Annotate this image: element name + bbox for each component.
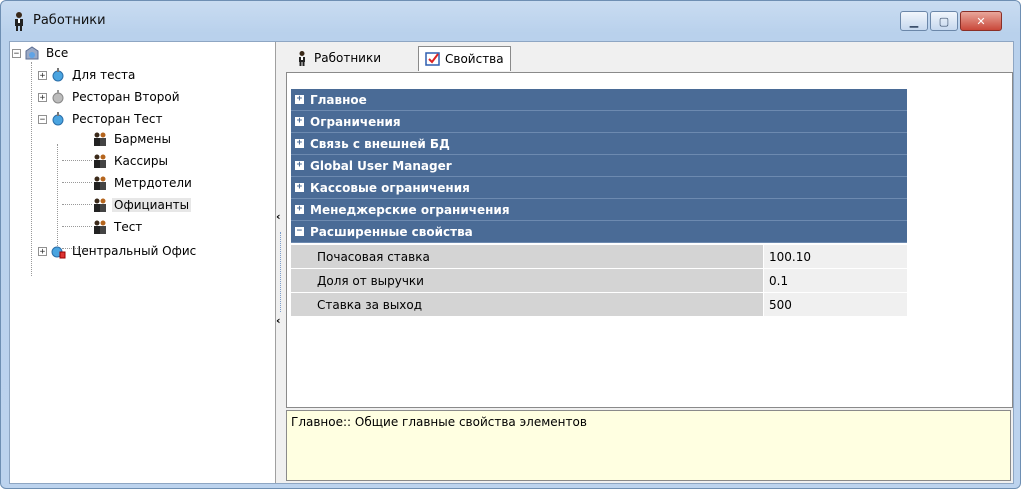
office-node-icon [50, 243, 66, 259]
expand-icon[interactable]: + [295, 205, 304, 214]
tree-line [62, 204, 92, 205]
property-row[interactable]: Ставка за выход 500 [291, 293, 907, 317]
minimize-icon: ▁ [909, 14, 919, 28]
group-users-icon [92, 197, 108, 213]
group-users-icon [92, 219, 108, 235]
restaurant-node-icon [50, 67, 66, 83]
expand-icon[interactable]: + [295, 183, 304, 192]
tree-item-cashiers[interactable]: Кассиры [92, 152, 170, 170]
tree-label: Официанты [112, 198, 192, 212]
tab-workers[interactable]: Работники [288, 46, 387, 70]
expand-icon[interactable]: + [295, 139, 304, 148]
category-main[interactable]: + Главное [291, 89, 907, 111]
window-title: Работники [33, 13, 106, 28]
tree-label: Ресторан Второй [72, 90, 180, 104]
collapse-left-icon[interactable]: ‹ [276, 314, 281, 327]
property-row[interactable]: Почасовая ставка 100.10 [291, 245, 907, 269]
property-description: Главное:: Общие главные свойства элемент… [286, 410, 1011, 481]
collapse-left-icon[interactable]: ‹ [276, 210, 281, 223]
tree-item-test-restaurant[interactable]: + Для теста [38, 66, 137, 84]
expand-toggle[interactable]: + [38, 92, 47, 102]
person-icon [294, 50, 310, 66]
expand-icon[interactable]: + [295, 161, 304, 170]
tree-line [62, 160, 92, 161]
group-users-icon [92, 153, 108, 169]
tree-item-second-restaurant[interactable]: + Ресторан Второй [38, 88, 182, 106]
maximize-icon: ▢ [938, 14, 950, 28]
tree-label: Тест [114, 220, 143, 234]
tree-label: Бармены [114, 132, 171, 146]
property-name: Ставка за выход [291, 293, 763, 317]
tree-item-waiters[interactable]: Официанты [92, 196, 192, 214]
title-bar[interactable]: Работники ▁ ▢ ✕ [1, 1, 1020, 41]
window-controls: ▁ ▢ ✕ [898, 11, 1002, 31]
restaurant-node-grey-icon [50, 89, 66, 105]
person-icon [11, 11, 27, 31]
tree-label: Ресторан Тест [72, 112, 163, 126]
tab-strip: Работники Свойства [286, 46, 1013, 71]
property-value[interactable]: 0.1 [763, 269, 907, 293]
tree-label: Для теста [72, 68, 136, 82]
category-label: Главное [310, 92, 367, 107]
property-name: Доля от выручки [291, 269, 763, 293]
close-icon: ✕ [976, 14, 986, 28]
restaurant-node-icon [50, 111, 66, 127]
property-value[interactable]: 500 [763, 293, 907, 317]
property-value[interactable]: 100.10 [763, 245, 907, 269]
category-label: Global User Manager [310, 158, 452, 173]
category-global-user-manager[interactable]: + Global User Manager [291, 155, 907, 177]
tree-label: Центральный Офис [72, 244, 197, 258]
category-cash-restrictions[interactable]: + Кассовые ограничения [291, 177, 907, 199]
tree-label: Кассиры [114, 154, 168, 168]
category-label: Расширенные свойства [310, 224, 473, 239]
property-grid[interactable]: + Главное + Ограничения + Связь с внешне… [286, 72, 1013, 408]
workers-window: Работники ▁ ▢ ✕ − Все + Для теста + Рест… [0, 0, 1021, 489]
tree-line [62, 226, 92, 227]
tab-label: Свойства [445, 52, 504, 66]
tab-label: Работники [314, 51, 382, 65]
collapse-icon[interactable]: − [295, 227, 304, 236]
tree-label: Все [46, 46, 69, 60]
collapse-toggle[interactable]: − [12, 48, 21, 58]
properties-icon [425, 51, 441, 67]
expand-toggle[interactable]: + [38, 70, 47, 80]
expand-icon[interactable]: + [295, 95, 304, 104]
tree-line [57, 144, 58, 256]
maximize-button[interactable]: ▢ [930, 11, 958, 31]
panel-splitter[interactable]: ‹ ‹ [276, 42, 284, 483]
group-users-icon [92, 131, 108, 147]
category-label: Кассовые ограничения [310, 180, 470, 195]
category-manager-restrictions[interactable]: + Менеджерские ограничения [291, 199, 907, 221]
tab-properties[interactable]: Свойства [418, 46, 511, 71]
tree-item-all[interactable]: − Все [12, 44, 70, 62]
expand-toggle[interactable]: + [38, 246, 47, 256]
tree-item-restaurant-test[interactable]: − Ресторан Тест [38, 110, 164, 128]
globe-folder-icon [24, 45, 40, 61]
category-label: Связь с внешней БД [310, 136, 450, 151]
tree-item-bartenders[interactable]: Бармены [92, 130, 173, 148]
category-extended-properties[interactable]: − Расширенные свойства [291, 221, 907, 243]
close-button[interactable]: ✕ [960, 11, 1002, 31]
client-area: − Все + Для теста + Ресторан Второй − Ре… [9, 41, 1014, 484]
category-label: Менеджерские ограничения [310, 202, 510, 217]
organization-tree[interactable]: − Все + Для теста + Ресторан Второй − Ре… [10, 42, 276, 483]
splitter-grip [280, 232, 281, 312]
category-external-db[interactable]: + Связь с внешней БД [291, 133, 907, 155]
tree-item-test[interactable]: Тест [92, 218, 144, 236]
collapse-toggle[interactable]: − [38, 114, 47, 124]
tree-item-central-office[interactable]: + Центральный Офис [38, 242, 198, 260]
minimize-button[interactable]: ▁ [900, 11, 928, 31]
tree-line [62, 182, 92, 183]
category-label: Ограничения [310, 114, 401, 129]
details-panel: Работники Свойства + Главное + Ограничен… [286, 42, 1013, 483]
tree-line [31, 62, 32, 276]
group-users-icon [92, 175, 108, 191]
tree-label: Метрдотели [114, 176, 192, 190]
property-row[interactable]: Доля от выручки 0.1 [291, 269, 907, 293]
expand-icon[interactable]: + [295, 117, 304, 126]
tree-item-maitres[interactable]: Метрдотели [92, 174, 194, 192]
category-restrictions[interactable]: + Ограничения [291, 111, 907, 133]
property-name: Почасовая ставка [291, 245, 763, 269]
